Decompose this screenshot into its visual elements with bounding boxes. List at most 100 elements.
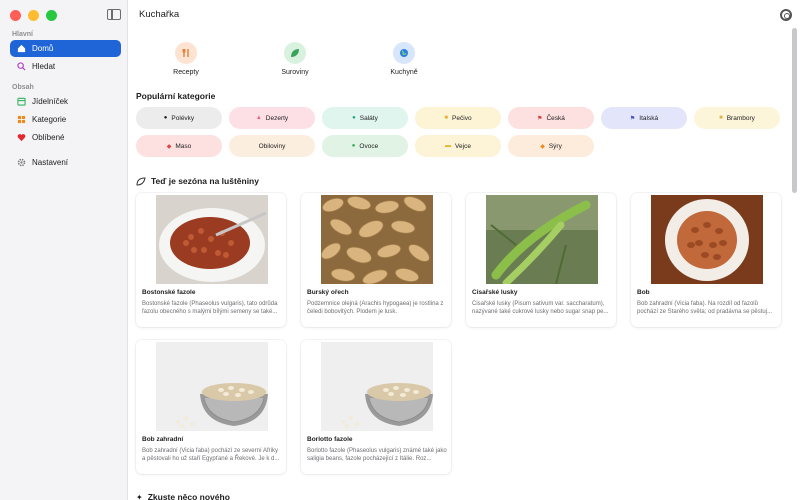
snap-peas-image (486, 195, 598, 284)
chip-label: Pečivo (452, 114, 472, 122)
recipe-card[interactable]: Bob zahradní Bob zahradní (Vicia faba) p… (136, 340, 286, 474)
zoom-window-button[interactable] (46, 10, 57, 21)
recipe-card[interactable]: Borlotto fazole Borlotto fazole (Phaseol… (301, 340, 451, 474)
sidebar-item-label: Jídelníček (32, 97, 69, 106)
minimize-window-button[interactable] (28, 10, 39, 21)
sidebar-item-search[interactable]: Hledat (10, 58, 121, 75)
flag-icon: ⚑ (629, 115, 636, 122)
chip-cheese[interactable]: ◆ Sýry (508, 135, 594, 157)
sidebar-item-settings[interactable]: Nastavení (10, 154, 121, 171)
flame-icon: ◆ (166, 143, 172, 150)
egg-icon: ▬ (445, 143, 452, 149)
chip-label: Polévky (171, 114, 195, 122)
broad-beans-bowl-image (156, 342, 268, 431)
fava-beans-plate-image (651, 195, 763, 284)
recipe-card[interactable]: Burský ořech Podzemnice olejná (Arachis … (301, 193, 451, 327)
peanuts-image (321, 195, 433, 284)
try-new-heading: ✦ Zkuste něco nového (136, 492, 230, 500)
chip-salads[interactable]: ● Saláty (322, 107, 408, 129)
apple-icon: ● (351, 143, 356, 149)
chip-grains[interactable]: Obiloviny (229, 135, 315, 157)
card-description: Bob zahradní (Vicia faba). Na rozdíl od … (637, 301, 773, 315)
settings-gear-icon[interactable] (780, 9, 792, 21)
sidebar-section-content: Obsah (12, 84, 34, 91)
chip-label: Maso (175, 142, 192, 150)
card-title: Bob zahradní (142, 436, 184, 443)
window-controls (10, 10, 57, 21)
top-category-recipes[interactable]: Recepty (146, 42, 226, 76)
chip-soups[interactable]: ● Polévky (136, 107, 222, 129)
borlotti-beans-bowl-image (321, 342, 433, 431)
chip-eggs[interactable]: ▬ Vejce (415, 135, 501, 157)
card-title: Bob (637, 289, 650, 296)
card-description: Cisařské lusky (Pisum sativum var. sacch… (472, 301, 609, 315)
sidebar-item-categories[interactable]: Kategorie (10, 111, 121, 128)
sidebar-item-label: Hledat (32, 62, 56, 71)
sidebar-item-label: Domů (32, 44, 54, 53)
card-title: Bostonské fazole (142, 289, 196, 296)
house-icon (16, 44, 26, 54)
gear-icon (16, 158, 26, 168)
heart-icon (16, 133, 26, 143)
sidebar-item-label: Kategorie (32, 115, 67, 124)
recipe-card[interactable]: Cisařské lusky Cisařské lusky (Pisum sat… (466, 193, 616, 327)
page-title: Kuchařka (139, 9, 180, 20)
top-category-cuisines[interactable]: Kuchyně (364, 42, 444, 76)
grid-icon (16, 115, 26, 125)
chip-label: Ovoce (359, 142, 379, 150)
chip-label: Vejce (455, 142, 471, 150)
chip-fruit[interactable]: ● Ovoce (322, 135, 408, 157)
chip-potatoes[interactable]: ■ Brambory (694, 107, 780, 129)
chip-label: Česká (546, 114, 565, 122)
chip-label: Obiloviny (258, 142, 286, 150)
chip-label: Dezerty (265, 114, 289, 122)
flag-icon: ⚑ (537, 115, 543, 122)
sidebar: Hlavní Domů Hledat Obsah Jídelníček Kate (0, 0, 128, 500)
season-heading-text: Teď je sezóna na luštěniny (151, 176, 259, 186)
leaf-icon (136, 176, 146, 186)
chip-meat[interactable]: ◆ Maso (136, 135, 222, 157)
potato-icon: ■ (719, 115, 723, 121)
scrollbar[interactable] (792, 28, 797, 193)
sidebar-item-home[interactable]: Domů (10, 40, 121, 57)
top-category-label: Recepty (173, 69, 199, 76)
sidebar-toggle-icon[interactable] (107, 9, 121, 20)
fork-knife-icon (175, 42, 197, 64)
cheese-icon: ◆ (540, 143, 545, 150)
top-category-ingredients[interactable]: Suroviny (255, 42, 335, 76)
sidebar-item-favorites[interactable]: Oblíbené (10, 129, 121, 146)
sidebar-item-meal-plan[interactable]: Jídelníček (10, 93, 121, 110)
card-title: Borlotto fazole (307, 436, 353, 443)
bread-icon: ■ (444, 115, 449, 121)
card-description: Bob zahradní (Vicia faba) pochází ze sev… (142, 448, 280, 462)
sidebar-section-main: Hlavní (12, 31, 34, 38)
recipe-card[interactable]: Bostonské fazole Bostonské fazole (Phase… (136, 193, 286, 327)
card-title: Cisařské lusky (472, 289, 518, 296)
cake-icon: ▲ (255, 115, 262, 121)
chip-label: Saláty (359, 114, 378, 122)
recipe-card[interactable]: Bob Bob zahradní (Vicia faba). Na rozdíl… (631, 193, 781, 327)
season-heading: Teď je sezóna na luštěniny (136, 176, 259, 186)
boston-beans-image (156, 195, 268, 284)
leaf-icon (284, 42, 306, 64)
sidebar-item-label: Oblíbené (32, 133, 65, 142)
chip-italian[interactable]: ⚑ Italská (601, 107, 687, 129)
salad-icon: ● (352, 115, 356, 121)
popular-categories-heading: Populární kategorie (136, 91, 216, 101)
sparkle-icon: ✦ (136, 492, 143, 500)
close-window-button[interactable] (10, 10, 21, 21)
search-icon (16, 62, 26, 72)
chip-desserts[interactable]: ▲ Dezerty (229, 107, 315, 129)
try-new-heading-text: Zkuste něco nového (147, 492, 230, 500)
app-window: Hlavní Domů Hledat Obsah Jídelníček Kate (0, 0, 800, 500)
chip-label: Brambory (726, 114, 755, 122)
calendar-icon (16, 97, 26, 107)
soup-icon: ● (163, 115, 168, 121)
chip-czech[interactable]: ⚑ Česká (508, 107, 594, 129)
chip-bakery[interactable]: ■ Pečivo (415, 107, 501, 129)
chip-label: Italská (639, 114, 659, 122)
globe-icon (393, 42, 415, 64)
card-description: Borlotto fazole (Phaseolus vulgaris) zná… (307, 448, 447, 462)
card-description: Podzemnice olejná (Arachis hypogaea) je … (307, 301, 444, 315)
sidebar-item-label: Nastavení (32, 158, 69, 167)
